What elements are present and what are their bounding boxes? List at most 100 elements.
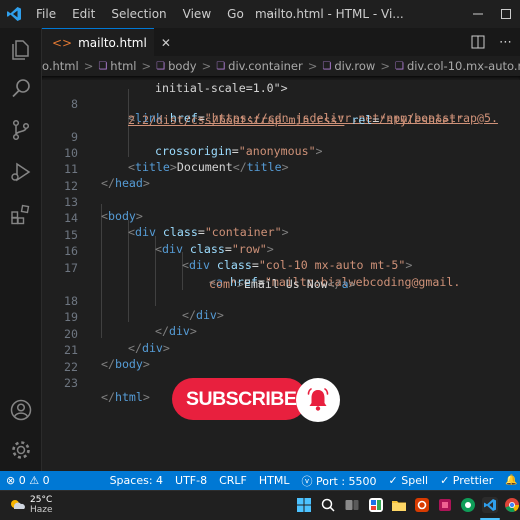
breadcrumb-file[interactable]: o.html [42,59,79,73]
code-line-23: 23 </html> [42,362,150,404]
attr-value: "row" [231,242,267,256]
element-icon: ❏ [98,60,108,72]
code-line-8: 8 <link href="https://cdn.jsdelivr.net/n… [42,83,498,125]
breadcrumb-label: o.html [42,59,79,73]
task-view-icon[interactable] [344,497,360,513]
breadcrumb-div-row[interactable]: ❏ div.row [322,59,375,73]
vscode-window: File Edit Selection View Go ··· mailto.h… [0,0,520,520]
extensions-icon[interactable] [9,202,33,226]
chrome-icon[interactable] [504,497,520,513]
tag-name: div [141,341,163,355]
bell-icon[interactable] [296,378,340,422]
spell-status[interactable]: ✓ Spell [383,474,435,487]
tag-name: head [114,176,143,190]
tag-name: a [341,277,349,291]
source-control-icon[interactable] [9,118,33,142]
breadcrumb-body[interactable]: ❏ body [156,59,196,73]
code-content: </head> [101,176,150,190]
breadcrumb-html[interactable]: ❏ html [98,59,136,73]
code-content: </html> [101,390,150,404]
attr-value: "container" [204,225,282,239]
indent-guide [101,204,102,338]
breadcrumb-label: html [110,59,137,73]
notifications-icon[interactable]: 🔔 [499,475,520,486]
windows-start-icon[interactable] [296,497,312,513]
code-fragment: initial-scale=1.0"> [155,81,288,95]
element-icon: ❏ [156,60,166,72]
problems-status[interactable]: ⊗ 0 ⚠ 0 [0,474,56,487]
menu-view[interactable]: View [175,0,219,28]
port-status[interactable]: ⓥ Port : 5500 [296,473,383,489]
file-explorer-icon[interactable] [391,497,407,513]
split-editor-icon[interactable] [471,35,485,49]
code-content: <div class="col-10 mx-auto mt-5"> [182,258,413,272]
editor-tabs: <> mailto.html ✕ ⋯ [42,28,520,56]
attr-value: 2.2/dist/css/bootstrap.min.css" [128,113,345,127]
menu-selection[interactable]: Selection [103,0,174,28]
menu-edit[interactable]: Edit [64,0,103,28]
more-actions-icon[interactable]: ⋯ [499,35,512,50]
code-line-18: 18 </div> [42,280,224,322]
encoding-status[interactable]: UTF-8 [169,474,213,487]
code-line-17: 17 <a href="mailto:bialwebcoding@gmail. [42,247,460,289]
subscribe-button[interactable]: SUBSCRIBE [172,378,307,420]
code-content: crossorigin="anonymous"> [155,144,323,158]
taskbar-search-icon[interactable] [320,497,336,513]
scroll-shadow [42,76,520,80]
code-line-11: 11 </head> [42,148,150,190]
code-line-14: 14 <div class="container"> [42,197,289,239]
office-icon[interactable] [414,497,430,513]
search-icon[interactable] [9,76,33,100]
tag-name: title [134,160,170,174]
element-icon: ❏ [394,60,404,72]
vscode-taskbar-icon[interactable] [482,497,498,513]
close-icon[interactable]: ✕ [161,36,171,50]
chevron-right-icon: > [307,59,318,73]
menu-file[interactable]: File [28,0,64,28]
html-file-icon: <> [52,35,73,50]
breadcrumb-div-container[interactable]: ❏ div.container [216,59,303,73]
breadcrumb-label: body [168,59,197,73]
attr-name: rel [351,113,373,127]
attr-value: "col-10 mx-auto mt-5" [258,258,406,272]
breadcrumb-label: div.container [228,59,303,73]
window-title: mailto.html - HTML - Vi... [255,7,404,21]
gear-icon[interactable] [9,438,33,462]
eol-status[interactable]: CRLF [213,474,253,487]
language-status[interactable]: HTML [253,474,296,487]
tag-name: div [195,308,217,322]
tab-mailto-html[interactable]: <> mailto.html ✕ [42,28,171,56]
menu-go[interactable]: Go [219,0,252,28]
title-bar: File Edit Selection View Go ··· mailto.h… [0,0,520,28]
weather-widget[interactable]: 25°C Haze [8,495,53,515]
vscode-logo-icon [0,0,28,28]
code-content: <body> [101,209,143,223]
status-bar: ⊗ 0 ⚠ 0 Spaces: 4 UTF-8 CRLF HTML ⓥ Port… [0,471,520,490]
edge-browser-icon[interactable] [460,497,476,513]
code-line-19: 19 </div> [42,296,197,338]
link-text: Email Us Now [243,277,328,291]
tag-name: title [246,160,282,174]
sun-icon [11,500,25,509]
tab-label: mailto.html [78,35,147,50]
run-debug-icon[interactable] [9,160,33,184]
menu-bar: File Edit Selection View Go ··· [28,0,285,28]
account-icon[interactable] [9,398,33,422]
tab-actions: ⋯ [471,28,520,56]
code-line-8-wrap: 2.2/dist/css/bootstrap.min.css" rel="sty… [42,99,463,127]
subscribe-overlay[interactable]: SUBSCRIBE [172,378,347,422]
breadcrumb-div-col[interactable]: ❏div.col-10.mx-auto.mt-5 [395,59,520,73]
prettier-status[interactable]: ✓ Prettier [434,474,499,487]
code-content: <div class="container"> [128,225,289,239]
chevron-right-icon: > [380,59,390,73]
widgets-icon[interactable] [368,497,384,513]
maximize-icon[interactable] [492,0,520,28]
app-icon[interactable] [437,497,453,513]
code-content: </body> [101,357,150,371]
code-content: <title>Document</title> [128,160,289,174]
attr-value: com" [209,277,237,291]
spaces-status[interactable]: Spaces: 4 [104,474,169,487]
explorer-icon[interactable] [9,38,33,62]
code-line-9: 9 crossorigin="anonymous"> [42,116,323,158]
minimize-icon[interactable] [464,0,492,28]
